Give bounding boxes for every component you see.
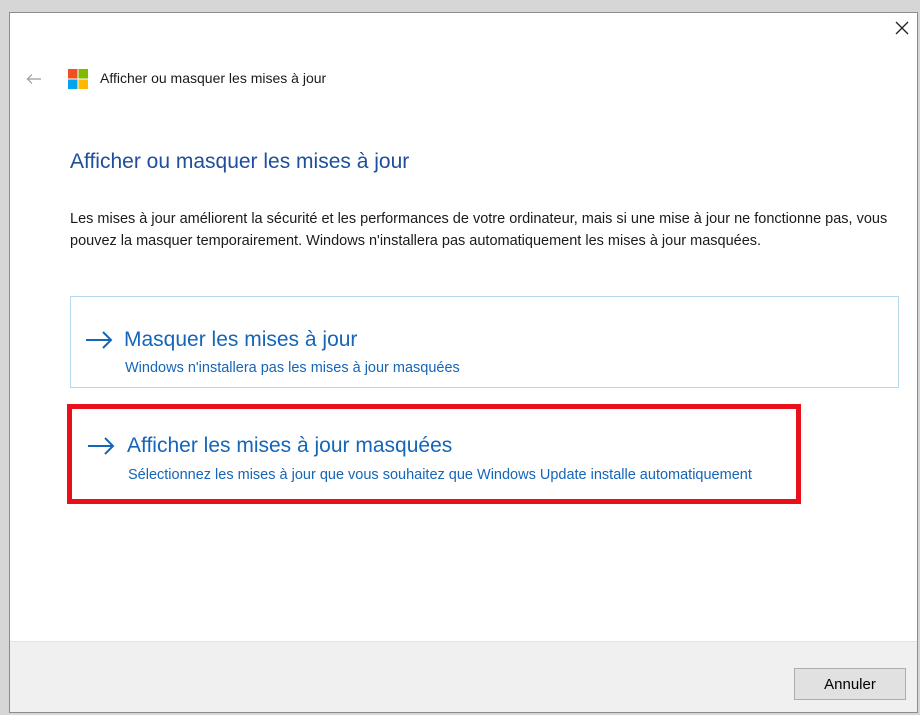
- page-title: Afficher ou masquer les mises à jour: [70, 150, 410, 173]
- cancel-button[interactable]: Annuler: [794, 668, 906, 700]
- arrow-right-icon: [88, 437, 115, 455]
- arrow-right-icon: [86, 331, 113, 349]
- close-icon: [895, 21, 909, 35]
- dialog-footer: Annuler: [10, 641, 917, 712]
- back-button[interactable]: [24, 70, 44, 88]
- show-hidden-updates-option[interactable]: Afficher les mises à jour masquées Sélec…: [67, 404, 801, 504]
- close-button[interactable]: [889, 15, 915, 41]
- dialog-window: Afficher ou masquer les mises à jour Aff…: [9, 12, 918, 713]
- show-hidden-updates-subtitle: Sélectionnez les mises à jour que vous s…: [128, 467, 752, 483]
- windows-logo-icon: [68, 69, 88, 89]
- page-description: Les mises à jour améliorent la sécurité …: [70, 211, 888, 249]
- show-hidden-updates-title: Afficher les mises à jour masquées: [127, 434, 453, 457]
- hide-updates-option[interactable]: Masquer les mises à jour Windows n'insta…: [70, 296, 899, 388]
- hide-updates-subtitle: Windows n'installera pas les mises à jou…: [125, 360, 460, 376]
- back-arrow-icon: [26, 74, 41, 84]
- dialog-header: Afficher ou masquer les mises à jour: [10, 65, 917, 93]
- window-title: Afficher ou masquer les mises à jour: [100, 70, 327, 86]
- hide-updates-title: Masquer les mises à jour: [124, 328, 358, 351]
